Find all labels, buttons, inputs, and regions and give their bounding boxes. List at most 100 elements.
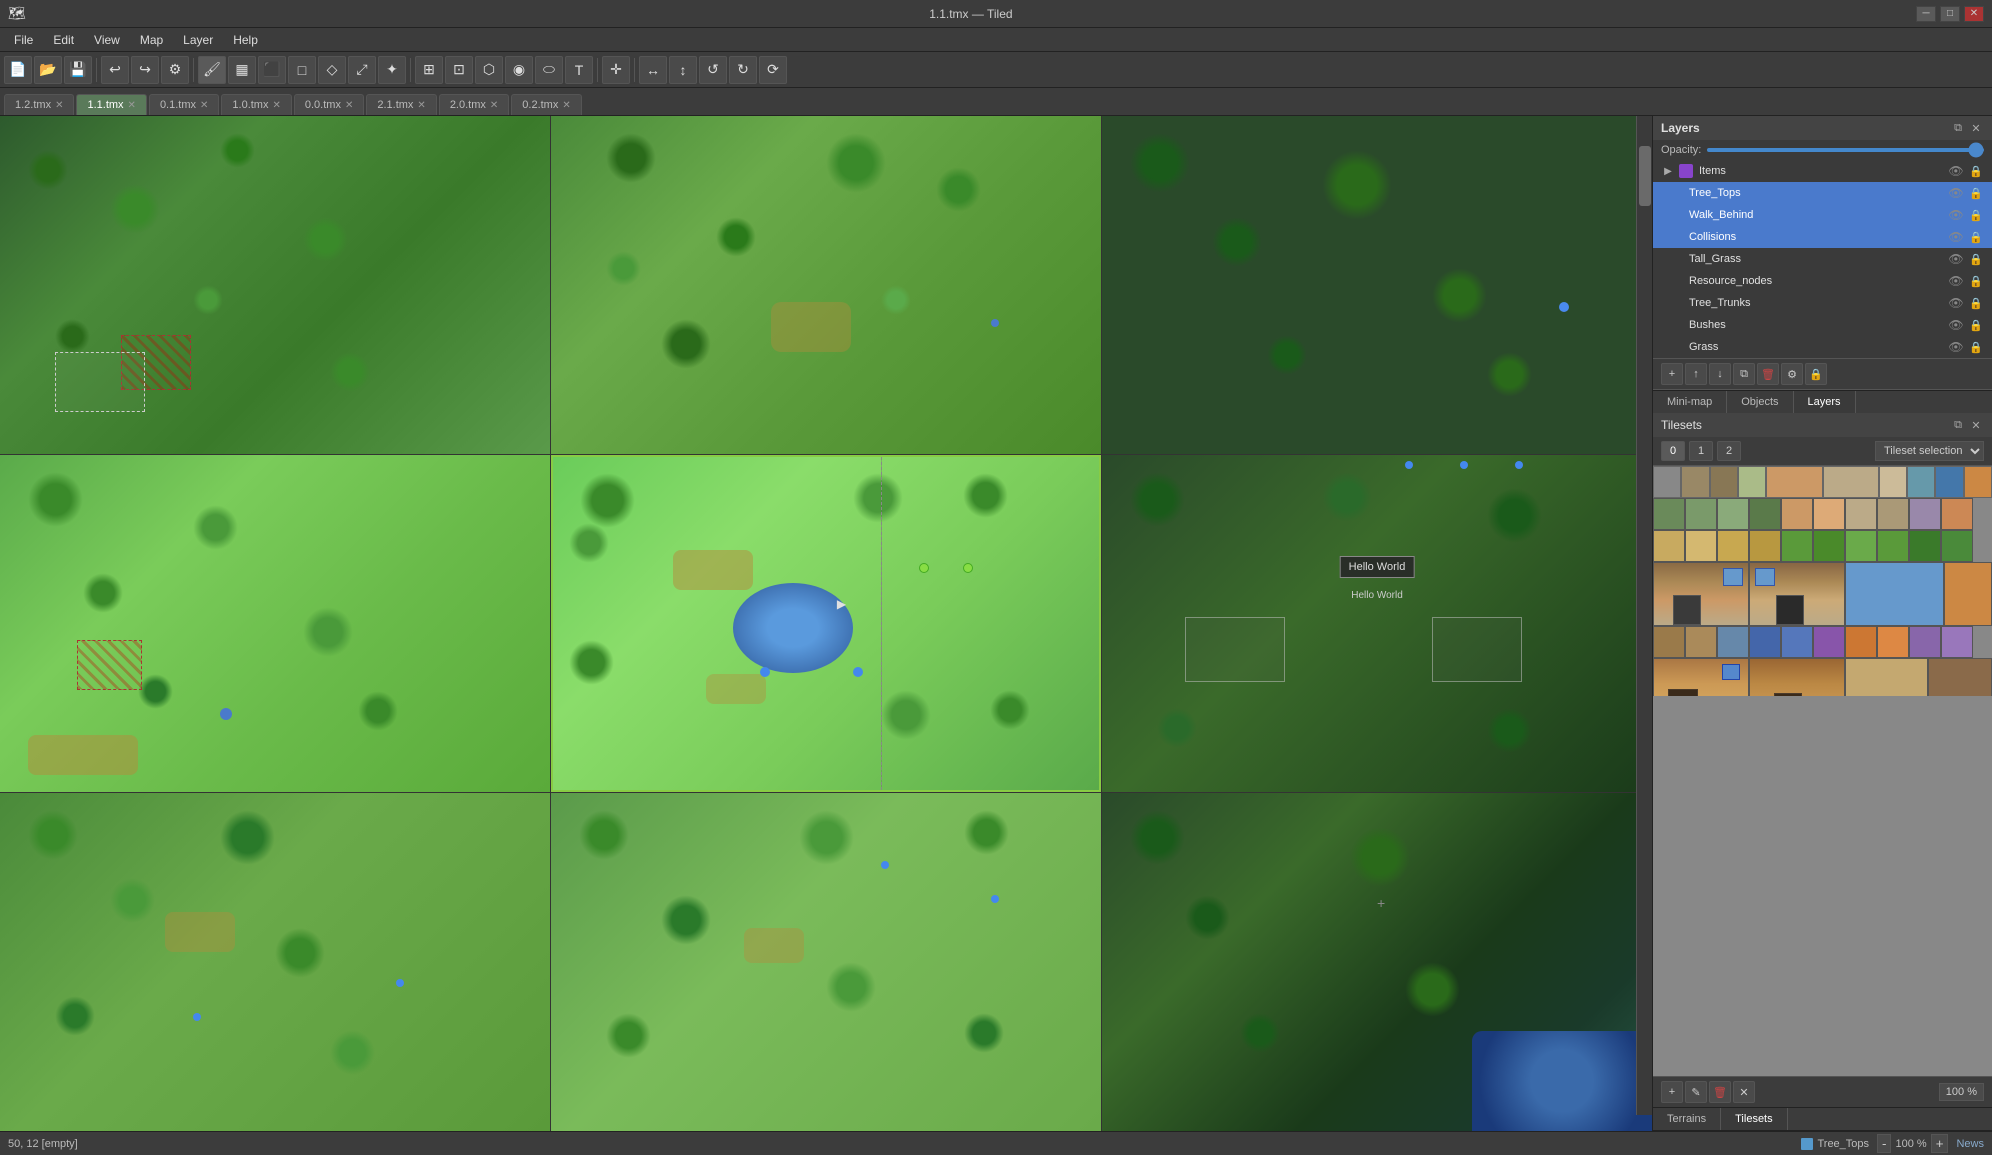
magic-wand-tool[interactable]: ✦ xyxy=(378,56,406,84)
vertical-scrollbar[interactable] xyxy=(1636,116,1652,1115)
layers-float-button[interactable]: ⧉ xyxy=(1950,120,1966,136)
layer-items-eye[interactable]: 👁 xyxy=(1948,163,1964,179)
tileset-tab-2[interactable]: 2 xyxy=(1717,441,1741,461)
layer-walk-behind-eye[interactable]: 👁 xyxy=(1948,207,1964,223)
layer-tree-trunks-lock[interactable]: 🔒 xyxy=(1968,295,1984,311)
layer-walk-behind[interactable]: Walk_Behind 👁 🔒 xyxy=(1653,204,1992,226)
open-button[interactable]: 📂 xyxy=(34,56,62,84)
tab-2[interactable]: 0.1.tmx ✕ xyxy=(149,94,219,115)
tile-obj-tool[interactable]: ⊡ xyxy=(445,56,473,84)
stamp-tool[interactable]: 🖌 xyxy=(198,56,226,84)
delete-tileset-button[interactable]: 🗑 xyxy=(1709,1081,1731,1103)
save-button[interactable]: 💾 xyxy=(64,56,92,84)
flip-v-tool[interactable]: ↕ xyxy=(669,56,697,84)
tilesets-float-button[interactable]: ⧉ xyxy=(1950,417,1966,433)
map-viewport[interactable]: ▶ Hello World Hello World xyxy=(0,116,1652,1131)
edit-tileset-button[interactable]: ✎ xyxy=(1685,1081,1707,1103)
tab-6[interactable]: 2.0.tmx ✕ xyxy=(439,94,509,115)
object-rect-2[interactable] xyxy=(1432,617,1522,682)
layer-grass[interactable]: Grass 👁 🔒 xyxy=(1653,336,1992,358)
zoom-increase-button[interactable]: + xyxy=(1931,1134,1949,1153)
tab-close-4[interactable]: ✕ xyxy=(345,100,353,111)
tab-objects[interactable]: Objects xyxy=(1727,391,1793,413)
layer-items-group[interactable]: ▶ Items 👁 🔒 xyxy=(1653,160,1992,182)
move-layer-up-button[interactable]: ↑ xyxy=(1685,363,1707,385)
tab-0[interactable]: 1.2.tmx ✕ xyxy=(4,94,74,115)
tab-close-0[interactable]: ✕ xyxy=(55,100,63,111)
menu-view[interactable]: View xyxy=(84,31,130,49)
tileset-tab-1[interactable]: 1 xyxy=(1689,441,1713,461)
point-tool[interactable]: ◉ xyxy=(505,56,533,84)
close-button[interactable]: ✕ xyxy=(1964,6,1984,22)
statusbar-zoom-control[interactable]: - 100 % + xyxy=(1877,1134,1948,1153)
group-expand-icon[interactable]: ▶ xyxy=(1661,164,1675,178)
tileset-preview-area[interactable] xyxy=(1653,466,1992,1076)
shape-fill-tool[interactable]: □ xyxy=(288,56,316,84)
object-stamp-tool[interactable]: ⊞ xyxy=(415,56,443,84)
layer-walk-behind-lock[interactable]: 🔒 xyxy=(1968,207,1984,223)
statusbar-news[interactable]: News xyxy=(1956,1138,1984,1150)
layers-close-button[interactable]: ✕ xyxy=(1968,120,1984,136)
map-cell-middle-left[interactable] xyxy=(0,455,550,793)
add-layer-button[interactable]: + xyxy=(1661,363,1683,385)
tab-close-1[interactable]: ✕ xyxy=(128,100,136,111)
transform-tool[interactable]: ⟳ xyxy=(759,56,787,84)
select-tool[interactable]: ⤢ xyxy=(348,56,376,84)
duplicate-layer-button[interactable]: ⧉ xyxy=(1733,363,1755,385)
rotate-right-tool[interactable]: ↻ xyxy=(729,56,757,84)
tab-4[interactable]: 0.0.tmx ✕ xyxy=(294,94,364,115)
layer-collisions-eye[interactable]: 👁 xyxy=(1948,229,1964,245)
tileset-selector[interactable]: Tileset selection xyxy=(1875,441,1984,461)
tab-7[interactable]: 0.2.tmx ✕ xyxy=(511,94,581,115)
vertical-scroll-thumb[interactable] xyxy=(1639,146,1651,206)
tab-terrains[interactable]: Terrains xyxy=(1653,1108,1721,1130)
tab-5[interactable]: 2.1.tmx ✕ xyxy=(366,94,436,115)
layer-resource-nodes-lock[interactable]: 🔒 xyxy=(1968,273,1984,289)
menu-map[interactable]: Map xyxy=(130,31,173,49)
layer-bushes[interactable]: Bushes 👁 🔒 xyxy=(1653,314,1992,336)
layer-tall-grass-eye[interactable]: 👁 xyxy=(1948,251,1964,267)
new-button[interactable]: 📄 xyxy=(4,56,32,84)
window-controls[interactable]: ─ □ ✕ xyxy=(1916,6,1984,22)
maximize-button[interactable]: □ xyxy=(1940,6,1960,22)
terrain-tool[interactable]: ▦ xyxy=(228,56,256,84)
tab-close-5[interactable]: ✕ xyxy=(417,100,425,111)
tab-close-3[interactable]: ✕ xyxy=(272,100,280,111)
tab-close-6[interactable]: ✕ xyxy=(490,100,498,111)
tilesets-close-button[interactable]: ✕ xyxy=(1968,417,1984,433)
layer-bushes-lock[interactable]: 🔒 xyxy=(1968,317,1984,333)
map-cell-top-left[interactable] xyxy=(0,116,550,454)
map-cell-middle-center[interactable]: ▶ xyxy=(551,455,1101,793)
tab-layers[interactable]: Layers xyxy=(1794,391,1856,413)
object-rect-1[interactable] xyxy=(1185,617,1285,682)
map-cell-bottom-center[interactable] xyxy=(551,793,1101,1131)
layer-collisions[interactable]: Collisions 👁 🔒 xyxy=(1653,226,1992,248)
layer-tall-grass-lock[interactable]: 🔒 xyxy=(1968,251,1984,267)
tab-close-7[interactable]: ✕ xyxy=(562,100,570,111)
rotate-left-tool[interactable]: ↺ xyxy=(699,56,727,84)
layer-tree-tops-eye[interactable]: 👁 xyxy=(1948,185,1964,201)
pan-tool[interactable]: ✛ xyxy=(602,56,630,84)
preferences-button[interactable]: ⚙ xyxy=(161,56,189,84)
map-cell-top-right[interactable] xyxy=(1102,116,1652,454)
layer-resource-nodes[interactable]: Resource_nodes 👁 🔒 xyxy=(1653,270,1992,292)
tab-tilesets[interactable]: Tilesets xyxy=(1721,1108,1788,1130)
map-cell-middle-right[interactable]: Hello World Hello World xyxy=(1102,455,1652,793)
layer-tall-grass[interactable]: Tall_Grass 👁 🔒 xyxy=(1653,248,1992,270)
polygon-tool[interactable]: ⬡ xyxy=(475,56,503,84)
map-cell-bottom-left[interactable] xyxy=(0,793,550,1131)
layer-collisions-lock[interactable]: 🔒 xyxy=(1968,229,1984,245)
menu-layer[interactable]: Layer xyxy=(173,31,223,49)
minimize-button[interactable]: ─ xyxy=(1916,6,1936,22)
tab-minimap[interactable]: Mini-map xyxy=(1653,391,1727,413)
move-layer-down-button[interactable]: ↓ xyxy=(1709,363,1731,385)
tab-close-2[interactable]: ✕ xyxy=(200,100,208,111)
layer-tree-trunks-eye[interactable]: 👁 xyxy=(1948,295,1964,311)
layer-bushes-eye[interactable]: 👁 xyxy=(1948,317,1964,333)
redo-button[interactable]: ↪ xyxy=(131,56,159,84)
layer-tree-tops[interactable]: Tree_Tops 👁 🔒 xyxy=(1653,182,1992,204)
tab-3[interactable]: 1.0.tmx ✕ xyxy=(221,94,291,115)
layer-resource-nodes-eye[interactable]: 👁 xyxy=(1948,273,1964,289)
eraser-tool[interactable]: ◇ xyxy=(318,56,346,84)
tileset-tab-0[interactable]: 0 xyxy=(1661,441,1685,461)
